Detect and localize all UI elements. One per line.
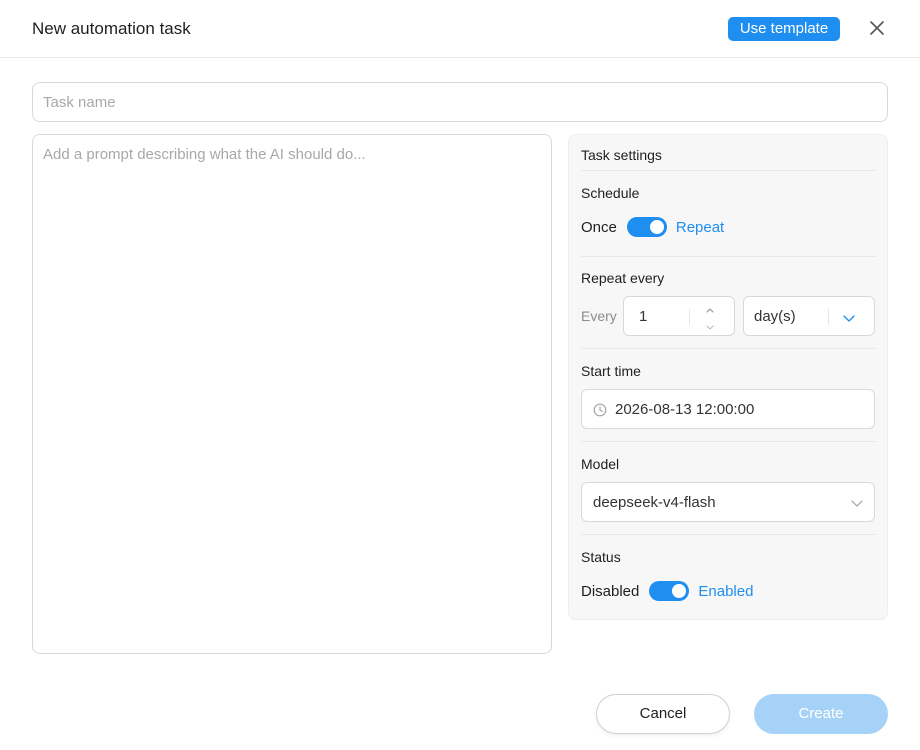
repeat-every-label: Repeat every [581,270,665,286]
toggle-knob [649,220,664,234]
schedule-label: Schedule [581,185,640,201]
divider [581,256,876,257]
model-label: Model [581,456,620,472]
use-template-button[interactable]: Use template [728,17,840,41]
new-task-dialog: New automation task Use template Task se… [0,0,920,750]
select-separator [828,309,829,325]
cancel-button[interactable]: Cancel [596,694,730,734]
chevron-up-icon [706,308,714,313]
chevron-down-icon [843,315,855,322]
every-prefix: Every [581,308,617,324]
status-label: Status [581,549,621,565]
start-time-value: 2026-08-13 12:00:00 [615,401,755,418]
divider [581,441,876,442]
task-name-input[interactable] [32,82,888,122]
interval-unit-select[interactable]: day(s) [743,296,875,336]
dialog-header: New automation task Use template [0,0,920,58]
chevron-down-icon [851,500,863,507]
interval-unit-value: day(s) [754,308,796,325]
start-time-label: Start time [581,363,641,379]
start-time-picker[interactable]: 2026-08-13 12:00:00 [581,389,875,429]
status-toggle-row: Disabled Enabled [581,581,753,601]
schedule-once-label[interactable]: Once [581,219,617,236]
model-value: deepseek-v4-flash [593,494,716,511]
dialog-title: New automation task [32,19,191,38]
schedule-repeat-label[interactable]: Repeat [676,219,724,236]
close-button[interactable] [866,17,888,39]
close-icon [870,21,884,35]
unit-dropdown-toggle[interactable] [842,311,856,323]
chevron-down-icon [706,325,714,330]
status-enabled-label[interactable]: Enabled [698,583,753,600]
interval-value[interactable]: 1 [639,308,647,325]
task-settings-title: Task settings [581,147,662,163]
interval-stepper[interactable]: 1 [623,296,735,336]
toggle-knob [672,584,687,598]
divider [581,534,876,535]
stepper-down-button[interactable] [704,319,716,330]
prompt-textarea[interactable] [32,134,552,654]
create-button[interactable]: Create [754,694,888,734]
schedule-toggle-row: Once Repeat [581,217,724,237]
task-settings-panel: Task settings Schedule Once Repeat Repea… [568,134,888,620]
status-disabled-label[interactable]: Disabled [581,583,639,600]
status-toggle[interactable] [649,581,690,601]
clock-icon [593,403,607,417]
divider [581,348,876,349]
stepper-separator [689,309,690,325]
divider [581,170,876,171]
schedule-toggle[interactable] [626,217,667,237]
model-select[interactable]: deepseek-v4-flash [581,482,875,522]
stepper-up-button[interactable] [704,303,716,313]
